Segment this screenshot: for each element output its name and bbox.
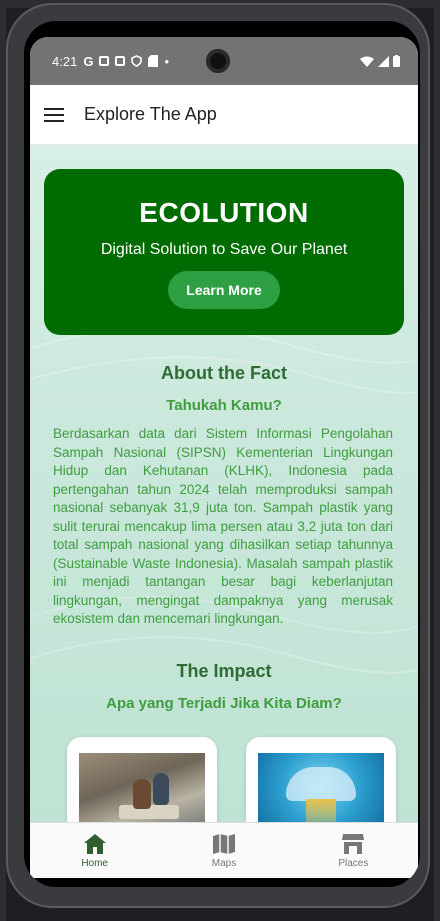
screenshot-icon — [99, 56, 110, 66]
dot-icon: • — [164, 53, 169, 69]
wifi-icon — [360, 56, 374, 67]
impact-subtitle: Apa yang Terjadi Jika Kita Diam? — [106, 695, 342, 712]
battery-icon — [393, 55, 400, 67]
google-icon: G — [83, 53, 94, 69]
trash-pollution-image — [79, 753, 205, 822]
learn-more-button[interactable]: Learn More — [168, 271, 280, 309]
about-fact-body: Berdasarkan data dari Sistem Informasi P… — [53, 426, 393, 626]
about-fact-title: About the Fact — [161, 363, 287, 383]
app-bar: Explore The App — [30, 85, 418, 145]
cast-icon — [115, 56, 126, 66]
scroll-content[interactable]: ECOLUTION Digital Solution to Save Our P… — [30, 145, 418, 822]
nav-places-label: Places — [338, 857, 369, 869]
impact-card-trash[interactable] — [67, 737, 217, 822]
app-screen: 4:21 G • Explore The App ECOLUTION Digit… — [30, 37, 418, 882]
status-bar: 4:21 G • — [30, 37, 418, 85]
gesture-bar — [30, 878, 418, 882]
nav-maps-label: Maps — [211, 857, 237, 869]
sim-icon — [148, 55, 159, 67]
app-bar-title: Explore The App — [84, 104, 217, 124]
about-fact-subtitle: Tahukah Kamu? — [166, 397, 282, 414]
hamburger-menu-icon[interactable] — [44, 107, 64, 122]
status-time: 4:21 — [52, 53, 78, 69]
impact-card-ocean[interactable] — [246, 737, 396, 822]
nav-maps[interactable]: Maps — [159, 823, 288, 878]
impact-title: The Impact — [176, 661, 272, 681]
ide-background-right — [434, 0, 440, 921]
shield-icon — [131, 55, 143, 67]
home-icon — [83, 833, 106, 854]
bottom-navigation: Home Maps Places — [30, 822, 418, 878]
signal-icon — [378, 55, 389, 67]
hero-title: ECOLUTION — [139, 197, 309, 228]
nav-home[interactable]: Home — [30, 823, 159, 878]
hero-subtitle: Digital Solution to Save Our Planet — [100, 241, 348, 258]
nav-places[interactable]: Places — [289, 823, 418, 878]
ocean-plastic-image — [258, 753, 384, 822]
store-icon — [342, 833, 365, 854]
front-camera — [206, 49, 230, 73]
phone-frame: 4:21 G • Explore The App ECOLUTION Digit… — [6, 3, 430, 908]
phone-bezel: 4:21 G • Explore The App ECOLUTION Digit… — [24, 21, 420, 887]
hero-banner: ECOLUTION Digital Solution to Save Our P… — [44, 169, 404, 335]
nav-home-label: Home — [81, 857, 108, 869]
map-icon — [212, 833, 235, 854]
